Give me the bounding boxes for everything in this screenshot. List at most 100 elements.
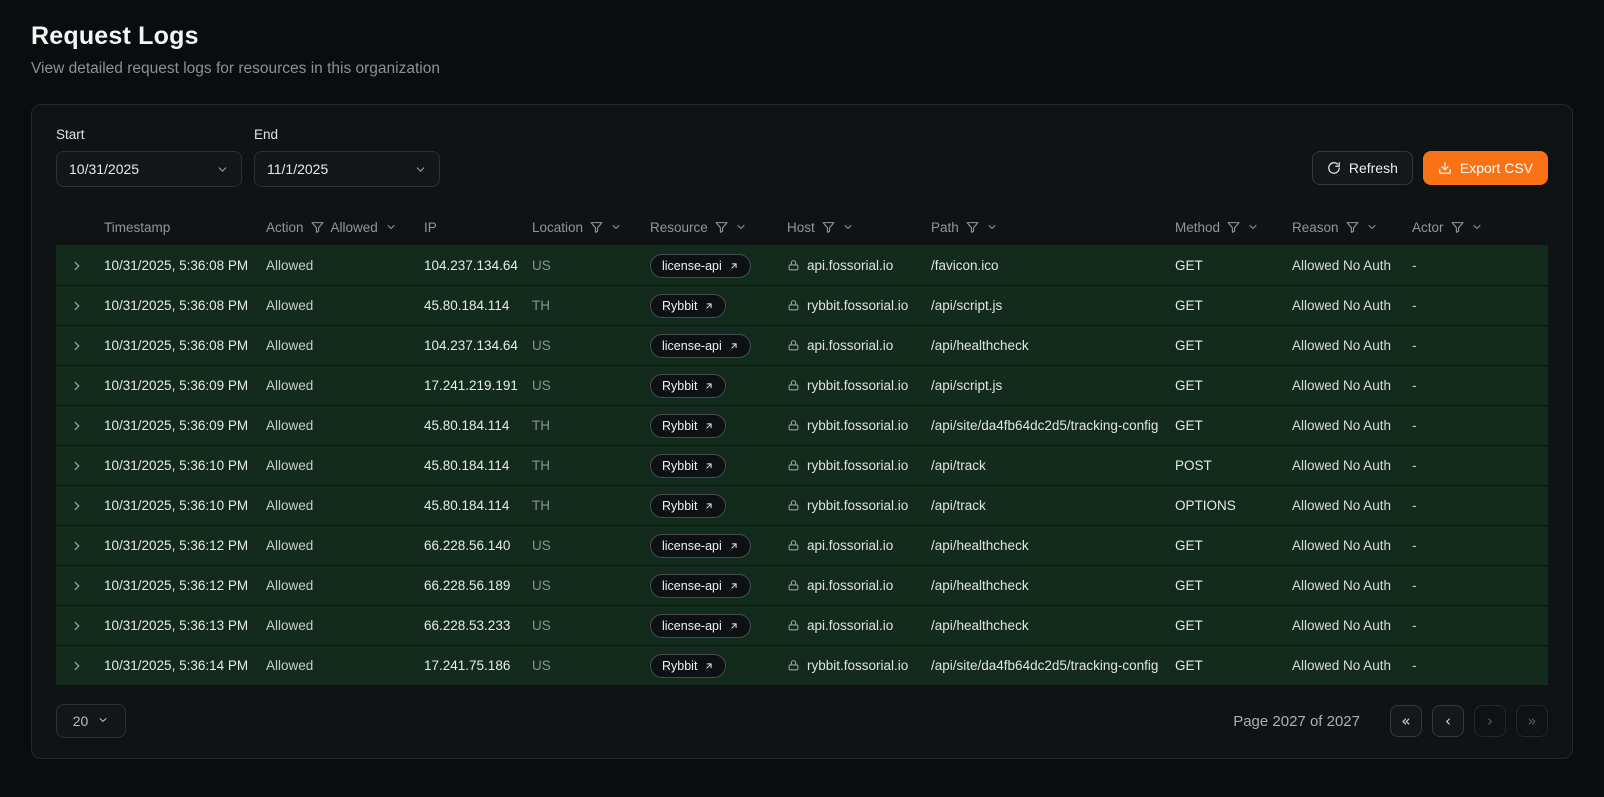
location-cell: US [532,258,650,273]
filter-icon[interactable] [590,221,603,234]
filter-icon[interactable] [715,221,728,234]
filter-icon[interactable] [822,221,835,234]
chevron-down-icon[interactable] [385,221,397,233]
reason-cell: Allowed No Auth [1292,498,1412,513]
resource-link-badge[interactable]: Rybbit [650,294,726,318]
chevron-right-icon[interactable] [70,659,84,673]
resource-name: license-api [662,339,722,353]
start-date-select[interactable]: 10/31/2025 [56,151,242,187]
column-label-method: Method [1175,220,1220,235]
lock-icon [787,619,800,632]
chevron-right-icon[interactable] [70,499,84,513]
column-header-path: Path [931,220,1175,235]
resource-link-badge[interactable]: Rybbit [650,414,726,438]
lock-icon [787,299,800,312]
table-row[interactable]: 10/31/2025, 5:36:10 PM Allowed 45.80.184… [56,446,1548,486]
resource-name: Rybbit [662,459,697,473]
resource-link-badge[interactable]: Rybbit [650,654,726,678]
start-date-label: Start [56,127,242,142]
filter-icon[interactable] [1451,221,1464,234]
controls-bar: Start 10/31/2025 End 11/1/2025 [56,127,1548,187]
chevron-right-icon[interactable] [70,579,84,593]
ip-cell: 104.237.134.64 [424,338,532,353]
table-row[interactable]: 10/31/2025, 5:36:09 PM Allowed 17.241.21… [56,366,1548,406]
external-link-arrow-icon [729,621,739,631]
chevron-down-icon[interactable] [1247,221,1259,233]
filter-icon[interactable] [966,221,979,234]
column-header-timestamp: Timestamp [104,220,266,235]
chevron-right-icon[interactable] [70,459,84,473]
last-page-icon: » [1527,712,1536,730]
resource-name: Rybbit [662,299,697,313]
chevron-down-icon[interactable] [842,221,854,233]
reason-cell: Allowed No Auth [1292,618,1412,633]
action-filter-value[interactable]: Allowed [331,220,378,235]
chevron-down-icon[interactable] [1471,221,1483,233]
resource-link-badge[interactable]: license-api [650,534,751,558]
table-row[interactable]: 10/31/2025, 5:36:10 PM Allowed 45.80.184… [56,486,1548,526]
external-link-arrow-icon [704,661,714,671]
host-name: api.fossorial.io [807,538,893,553]
previous-page-button[interactable]: ‹ [1432,705,1464,737]
actor-cell: - [1412,538,1548,553]
expand-cell [56,339,104,353]
chevron-down-icon[interactable] [986,221,998,233]
chevron-right-icon[interactable] [70,339,84,353]
end-date-select[interactable]: 11/1/2025 [254,151,440,187]
chevron-right-icon[interactable] [70,539,84,553]
table-row[interactable]: 10/31/2025, 5:36:12 PM Allowed 66.228.56… [56,526,1548,566]
resource-link-badge[interactable]: license-api [650,614,751,638]
chevron-down-icon[interactable] [610,221,622,233]
expand-cell [56,259,104,273]
resource-link-badge[interactable]: license-api [650,334,751,358]
reason-cell: Allowed No Auth [1292,658,1412,673]
chevron-right-icon[interactable] [70,379,84,393]
path-cell: /api/healthcheck [931,538,1175,553]
resource-link-badge[interactable]: license-api [650,254,751,278]
table-row[interactable]: 10/31/2025, 5:36:14 PM Allowed 17.241.75… [56,646,1548,686]
column-header-reason: Reason [1292,220,1412,235]
refresh-icon [1327,161,1341,175]
chevron-right-icon[interactable] [70,619,84,633]
column-label-ip: IP [424,220,437,235]
column-label-actor: Actor [1412,220,1444,235]
page-size-select[interactable]: 20 [56,704,126,738]
external-link-arrow-icon [704,461,714,471]
chevron-down-icon[interactable] [1366,221,1378,233]
last-page-button[interactable]: » [1516,705,1548,737]
chevron-right-icon[interactable] [70,259,84,273]
chevron-down-icon [414,163,427,176]
filter-icon[interactable] [1346,221,1359,234]
table-row[interactable]: 10/31/2025, 5:36:13 PM Allowed 66.228.53… [56,606,1548,646]
export-csv-button[interactable]: Export CSV [1423,151,1548,185]
table-row[interactable]: 10/31/2025, 5:36:08 PM Allowed 45.80.184… [56,286,1548,326]
method-cell: GET [1175,418,1292,433]
location-cell: US [532,578,650,593]
expand-cell [56,579,104,593]
resource-link-badge[interactable]: Rybbit [650,374,726,398]
filter-icon[interactable] [311,221,324,234]
chevron-right-icon[interactable] [70,419,84,433]
table-row[interactable]: 10/31/2025, 5:36:09 PM Allowed 45.80.184… [56,406,1548,446]
refresh-button[interactable]: Refresh [1312,151,1413,185]
resource-cell: license-api [650,334,787,358]
filter-icon[interactable] [1227,221,1240,234]
chevron-right-icon[interactable] [70,299,84,313]
resource-link-badge[interactable]: Rybbit [650,454,726,478]
table-row[interactable]: 10/31/2025, 5:36:12 PM Allowed 66.228.56… [56,566,1548,606]
ip-cell: 45.80.184.114 [424,418,532,433]
chevron-down-icon[interactable] [735,221,747,233]
timestamp-cell: 10/31/2025, 5:36:12 PM [104,538,266,553]
resource-link-badge[interactable]: license-api [650,574,751,598]
next-page-button[interactable]: › [1474,705,1506,737]
table-row[interactable]: 10/31/2025, 5:36:08 PM Allowed 104.237.1… [56,246,1548,286]
table-row[interactable]: 10/31/2025, 5:36:08 PM Allowed 104.237.1… [56,326,1548,366]
chevron-down-icon [97,713,109,729]
lock-icon [787,539,800,552]
first-page-button[interactable]: « [1390,705,1422,737]
page-title: Request Logs [31,22,1573,51]
column-label-path: Path [931,220,959,235]
resource-link-badge[interactable]: Rybbit [650,494,726,518]
start-date-group: Start 10/31/2025 [56,127,242,187]
method-cell: GET [1175,258,1292,273]
